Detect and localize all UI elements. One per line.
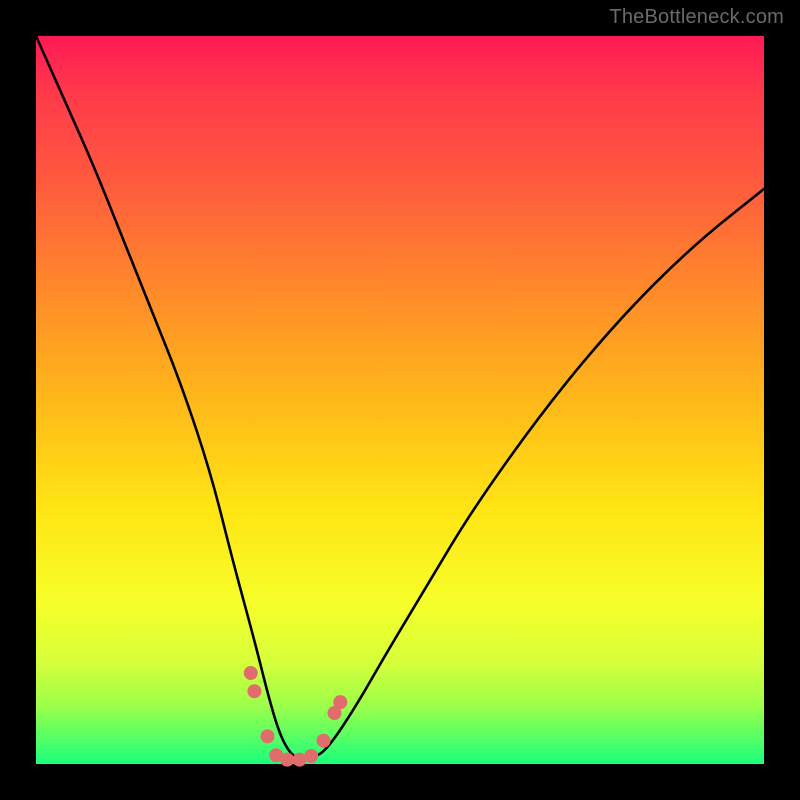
watermark-text: TheBottleneck.com — [609, 6, 784, 29]
curve-marker — [280, 753, 294, 767]
plot-area — [36, 36, 764, 764]
curve-markers — [244, 666, 348, 767]
curve-marker — [304, 749, 318, 763]
curve-marker — [244, 666, 258, 680]
curve-marker — [261, 729, 275, 743]
chart-frame: TheBottleneck.com — [0, 0, 800, 800]
curve-marker — [247, 684, 261, 698]
curve-marker — [317, 734, 331, 748]
curve-marker — [333, 695, 347, 709]
bottleneck-curve — [36, 36, 764, 759]
chart-svg — [36, 36, 764, 764]
